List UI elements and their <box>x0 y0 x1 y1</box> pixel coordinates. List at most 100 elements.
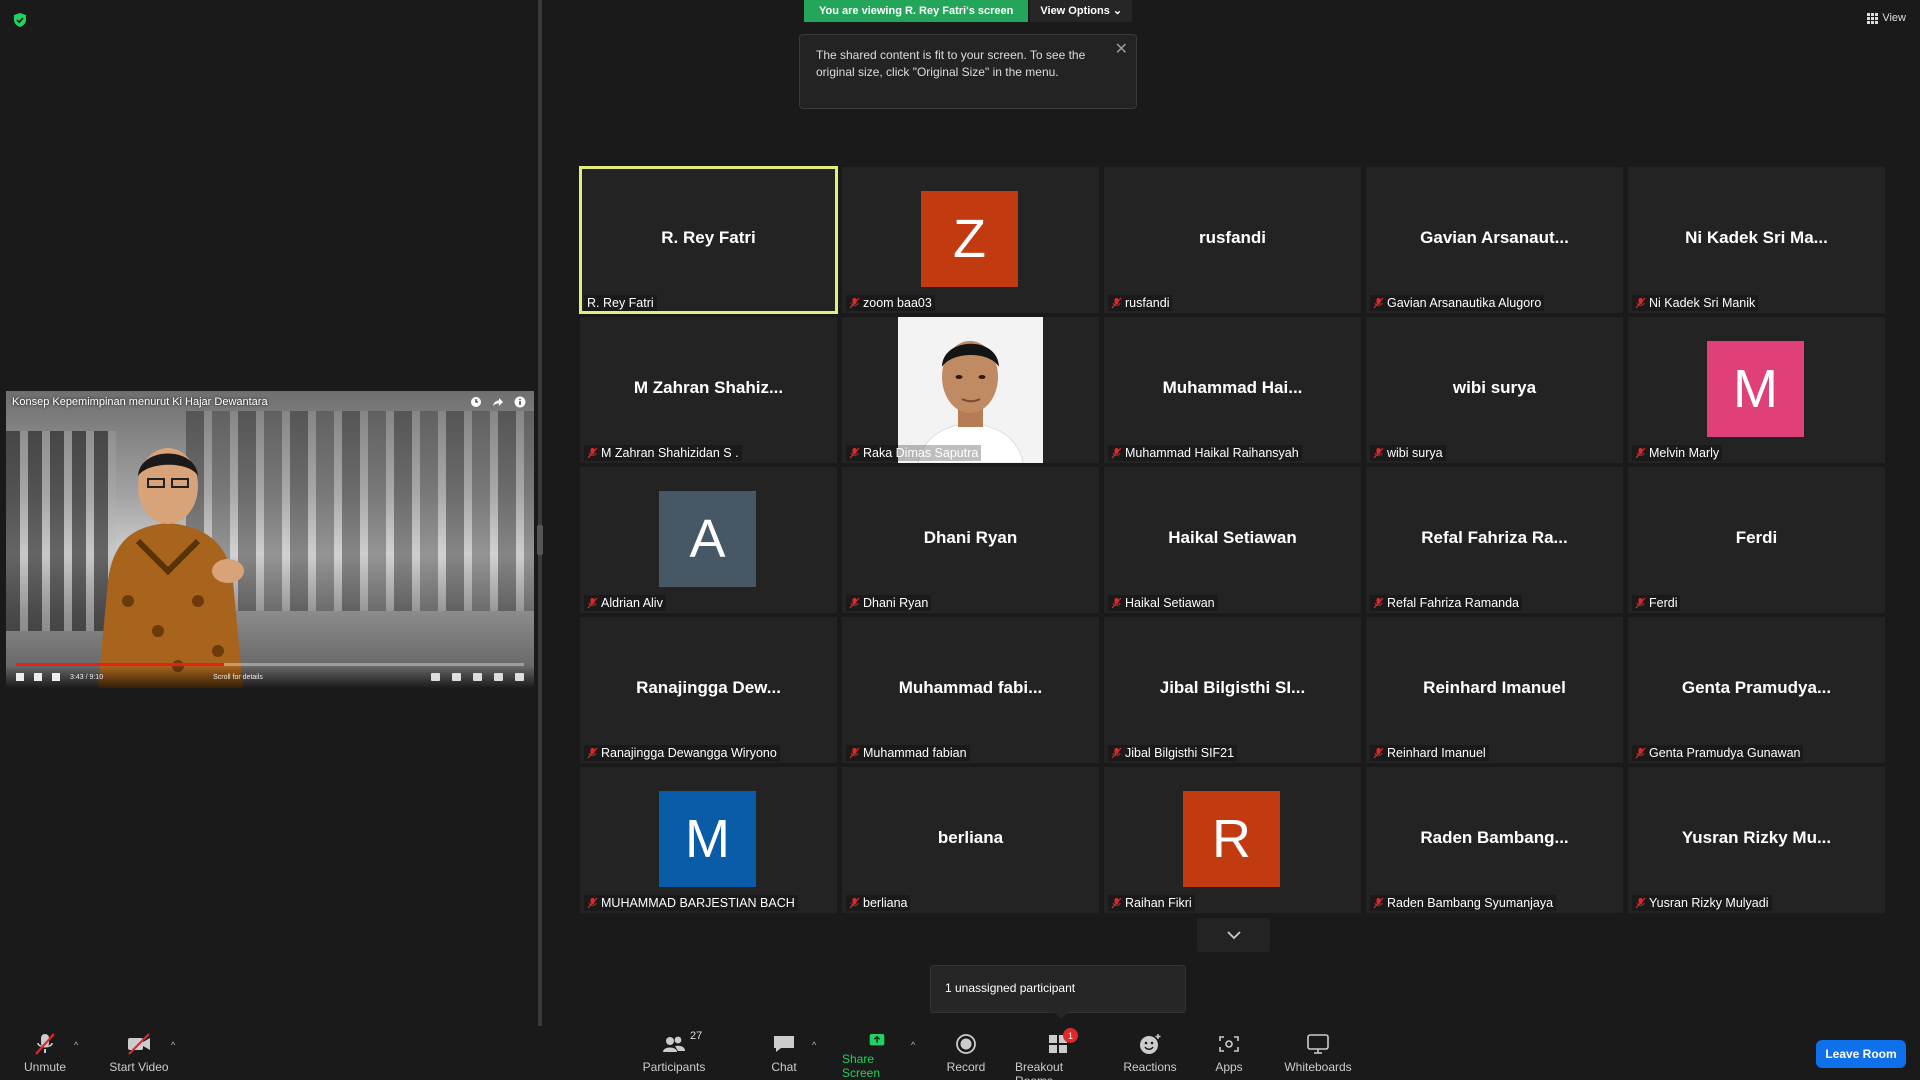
participant-tile[interactable]: Haikal Setiawan Haikal Setiawan <box>1104 467 1361 613</box>
participant-display-name: Genta Pramudya... <box>1681 678 1832 697</box>
close-icon[interactable]: ✕ <box>1115 41 1128 58</box>
next-icon[interactable] <box>34 673 42 681</box>
whiteboard-icon <box>1307 1034 1329 1054</box>
mic-muted-icon <box>1373 897 1384 909</box>
participant-tile[interactable]: A Aldrian Aliv <box>580 467 837 613</box>
info-icon[interactable] <box>514 396 526 408</box>
participant-tile[interactable]: Yusran Rizky Mu... Yusran Rizky Mulyadi <box>1628 767 1885 913</box>
participant-avatar: A <box>659 491 756 587</box>
participant-name-label: Genta Pramudya Gunawan <box>1632 745 1804 761</box>
start-video-button[interactable]: Start Video <box>107 1026 171 1080</box>
participant-tile[interactable]: R. Rey Fatri R. Rey Fatri <box>579 166 838 314</box>
view-label: View <box>1882 12 1906 24</box>
participant-display-name: M Zahran Shahiz... <box>633 378 784 397</box>
next-page-button[interactable] <box>1197 918 1270 952</box>
volume-icon[interactable] <box>52 673 60 681</box>
participant-tile[interactable]: R Raihan Fikri <box>1104 767 1361 913</box>
mic-muted-icon <box>849 297 860 309</box>
participant-name-label: Muhammad Haikal Raihansyah <box>1108 445 1302 461</box>
cast-icon[interactable] <box>494 673 503 681</box>
view-button[interactable]: View <box>1867 12 1906 24</box>
chat-icon <box>774 1036 794 1052</box>
participant-tile[interactable]: Muhammad fabi... Muhammad fabian <box>842 617 1099 763</box>
participant-tile[interactable]: Ni Kadek Sri Ma... Ni Kadek Sri Manik <box>1628 167 1885 313</box>
participant-tile[interactable]: berliana berliana <box>842 767 1099 913</box>
participant-tile[interactable]: Raka Dimas Saputra <box>842 317 1099 463</box>
participant-tile[interactable]: Genta Pramudya... Genta Pramudya Gunawan <box>1628 617 1885 763</box>
participant-tile[interactable]: Reinhard Imanuel Reinhard Imanuel <box>1366 617 1623 763</box>
participant-tile[interactable]: rusfandi rusfandi <box>1104 167 1361 313</box>
apps-button[interactable]: Apps <box>1213 1026 1245 1080</box>
reactions-button[interactable]: Reactions <box>1123 1026 1177 1080</box>
leave-room-button[interactable]: Leave Room <box>1816 1040 1906 1068</box>
participant-display-name: Muhammad Hai... <box>1162 378 1303 397</box>
participant-tile[interactable]: Gavian Arsanaut... Gavian Arsanautika Alu… <box>1366 167 1623 313</box>
fullscreen-icon[interactable] <box>515 673 524 681</box>
unassigned-participant-popup[interactable]: 1 unassigned participant <box>930 965 1186 1019</box>
participant-tile[interactable]: Jibal Bilgisthi SI... Jibal Bilgisthi SIF… <box>1104 617 1361 763</box>
participant-name-label: M Zahran Shahizidan S . <box>584 445 742 461</box>
video-options-caret-icon[interactable]: ^ <box>171 1040 175 1050</box>
shared-screen-content: Konsep Kepemimpinan menurut Ki Hajar Dew… <box>6 391 534 688</box>
participant-name-label: Ferdi <box>1632 595 1681 611</box>
participant-name: wibi surya <box>1387 446 1443 460</box>
meeting-toolbar: Unmute ^ Start Video ^ 27 Participants C… <box>0 1026 1920 1080</box>
mic-muted-icon <box>1111 897 1122 909</box>
participant-tile[interactable]: Refal Fahriza Ra... Refal Fahriza Ramanda <box>1366 467 1623 613</box>
mic-muted-icon <box>849 897 860 909</box>
video-time: 3:43 / 9:10 <box>70 673 104 681</box>
participant-tile[interactable]: M Zahran Shahiz... M Zahran Shahizidan S … <box>580 317 837 463</box>
participant-tile[interactable]: M MUHAMMAD BARJESTIAN BACH <box>580 767 837 913</box>
pause-icon[interactable] <box>16 673 24 681</box>
participant-name: Ferdi <box>1649 596 1678 610</box>
participant-name-label: wibi surya <box>1370 445 1446 461</box>
participant-tile[interactable]: Ferdi Ferdi <box>1628 467 1885 613</box>
participant-name: Jibal Bilgisthi SIF21 <box>1125 746 1235 760</box>
participant-name-label: Dhani Ryan <box>846 595 932 611</box>
video-presenter <box>98 448 244 688</box>
chat-button[interactable]: Chat <box>768 1026 800 1080</box>
participant-tile[interactable]: Dhani Ryan Dhani Ryan <box>842 467 1099 613</box>
watch-later-icon[interactable] <box>470 396 482 408</box>
participant-name-label: Muhammad fabian <box>846 745 970 761</box>
audio-options-caret-icon[interactable]: ^ <box>74 1040 78 1050</box>
splitter-grip[interactable] <box>537 525 543 555</box>
participant-tile[interactable]: Muhammad Hai... Muhammad Haikal Raihansya… <box>1104 317 1361 463</box>
encryption-shield-icon[interactable] <box>12 12 28 28</box>
panel-splitter[interactable] <box>538 0 542 1026</box>
participant-tile[interactable]: Raden Bambang... Raden Bambang Syumanjaya <box>1366 767 1623 913</box>
breakout-rooms-button[interactable]: 1 Breakout Rooms <box>1015 1026 1103 1080</box>
record-icon <box>956 1034 976 1054</box>
view-options-button[interactable]: View Options ⌄ <box>1030 0 1133 22</box>
participant-display-name: Ranajingga Dew... <box>636 678 781 697</box>
whiteboards-button[interactable]: Whiteboards <box>1283 1026 1353 1080</box>
participant-avatar: M <box>659 791 756 887</box>
participant-tile[interactable]: Zzoom baa03 <box>842 167 1099 313</box>
share-screen-button[interactable]: Share Screen <box>842 1026 912 1080</box>
participant-name-label: Raden Bambang Syumanjaya <box>1370 895 1557 911</box>
autoplay-toggle-icon[interactable] <box>431 673 440 681</box>
participant-tile[interactable]: wibi surya wibi surya <box>1366 317 1623 463</box>
participant-name-label: Ranajingga Dewangga Wiryono <box>584 745 780 761</box>
participant-display-name: Refal Fahriza Ra... <box>1421 528 1568 547</box>
participant-tile[interactable]: M Melvin Marly <box>1628 317 1885 463</box>
settings-icon[interactable] <box>473 673 482 681</box>
mic-muted-icon <box>35 1033 55 1055</box>
participant-name: Ranajingga Dewangga Wiryono <box>601 746 777 760</box>
share-options-caret-icon[interactable]: ^ <box>911 1040 915 1050</box>
share-arrow-icon[interactable] <box>492 396 504 408</box>
chat-options-caret-icon[interactable]: ^ <box>812 1040 816 1050</box>
mic-muted-icon <box>1635 597 1646 609</box>
unmute-button[interactable]: Unmute <box>21 1026 69 1080</box>
participant-name: Yusran Rizky Mulyadi <box>1649 896 1769 910</box>
participant-name-label: MUHAMMAD BARJESTIAN BACH <box>584 895 798 911</box>
subtitles-icon[interactable] <box>452 673 461 681</box>
video-controls: 3:43 / 9:10 Scroll for details <box>6 666 534 688</box>
mic-muted-icon <box>1373 297 1384 309</box>
fit-to-screen-tooltip: The shared content is fit to your screen… <box>799 34 1137 109</box>
viewing-screen-label: You are viewing R. Rey Fatri's screen <box>804 0 1029 22</box>
participant-tile[interactable]: Ranajingga Dew... Ranajingga Dewangga Wir… <box>580 617 837 763</box>
participants-button[interactable]: 27 Participants <box>640 1026 708 1080</box>
breakout-notification-badge: 1 <box>1063 1028 1078 1043</box>
record-button[interactable]: Record <box>945 1026 987 1080</box>
